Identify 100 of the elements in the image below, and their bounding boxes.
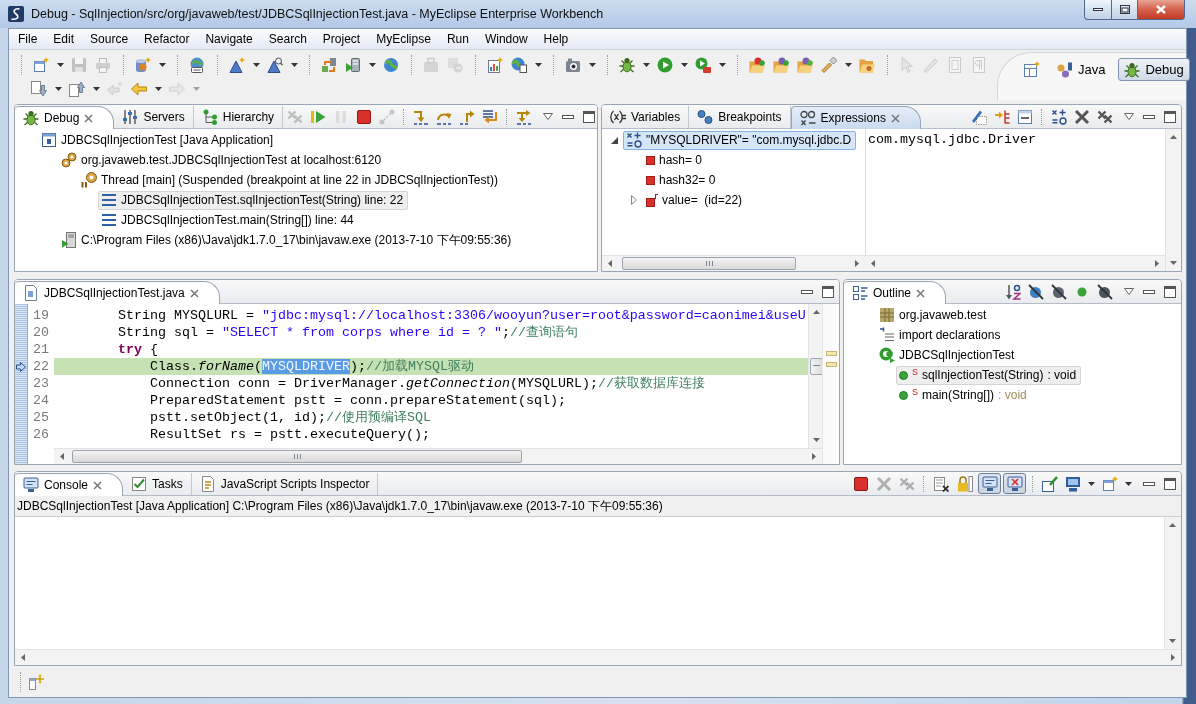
- scroll-down-icon[interactable]: [813, 438, 820, 442]
- expression-item[interactable]: "MYSQLDRIVER"= "com.mysql.jdbc.D: [623, 130, 857, 150]
- method-item[interactable]: S main(String[]) : void: [896, 385, 1032, 405]
- camera-icon[interactable]: [565, 57, 581, 73]
- view-tab[interactable]: JavaScript Scripts Inspector: [191, 473, 379, 495]
- view-tab[interactable]: Variables: [602, 106, 690, 128]
- view-menu-icon[interactable]: [543, 113, 554, 120]
- scroll-up-icon[interactable]: [1170, 135, 1177, 139]
- view-tab[interactable]: Breakpoints: [689, 106, 791, 128]
- menu-item[interactable]: Run: [438, 32, 477, 46]
- scrollbar-thumb[interactable]: [72, 450, 522, 463]
- scrollbar-thumb[interactable]: [622, 257, 796, 270]
- view-tab[interactable]: Servers: [114, 106, 194, 128]
- horizontal-scrollbar[interactable]: [602, 255, 865, 271]
- ball-slash-icon[interactable]: [1096, 283, 1113, 300]
- caret-icon[interactable]: [1087, 481, 1095, 486]
- toggle-button[interactable]: [1003, 473, 1026, 494]
- menu-item[interactable]: Help: [535, 32, 577, 46]
- folder-dot-icon[interactable]: [773, 57, 789, 73]
- package-item[interactable]: org.javaweb.test: [876, 305, 992, 325]
- caret-icon[interactable]: [1124, 481, 1132, 486]
- caret-icon[interactable]: [680, 63, 688, 67]
- view-tab[interactable]: Console: [15, 473, 124, 496]
- horizontal-scrollbar[interactable]: [865, 255, 1165, 271]
- pin-icon[interactable]: [1041, 475, 1058, 492]
- globe-icon[interactable]: [383, 57, 399, 73]
- field-item[interactable]: value= (id=22): [643, 190, 748, 210]
- window-sparkle-icon[interactable]: [1101, 475, 1118, 492]
- close-button[interactable]: [1137, 0, 1185, 20]
- triangle-magnifier-icon[interactable]: [267, 57, 283, 73]
- maximize-icon[interactable]: [583, 110, 596, 123]
- scroll-left-icon[interactable]: [608, 260, 612, 267]
- pencil-box-icon[interactable]: [970, 108, 987, 125]
- close-icon[interactable]: [916, 288, 926, 298]
- globe-page-icon[interactable]: [511, 57, 527, 73]
- maximize-button[interactable]: [1111, 0, 1138, 20]
- minimize-icon[interactable]: [562, 114, 575, 119]
- resume-icon[interactable]: [309, 108, 326, 125]
- play-toolbox-icon[interactable]: [695, 57, 711, 73]
- formula-icon[interactable]: [1050, 108, 1067, 125]
- disclosure-triangle-icon[interactable]: [610, 136, 618, 144]
- scroll-up-icon[interactable]: [813, 310, 820, 314]
- stack-frame-item[interactable]: JDBCSqlInjectionTest.sqlInjectionTest(String) line: 22: [98, 190, 409, 210]
- scroll-up-icon[interactable]: [1169, 523, 1176, 527]
- left-arrow-icon[interactable]: [131, 81, 147, 97]
- method-item[interactable]: S sqlInjectionTest(String) : void: [896, 365, 1082, 385]
- step-filter-icon[interactable]: [515, 108, 532, 125]
- toggle-button[interactable]: [978, 473, 1001, 494]
- drop-to-frame-icon[interactable]: [481, 108, 498, 125]
- view-menu-icon[interactable]: [1124, 113, 1134, 120]
- caret-icon[interactable]: [290, 63, 298, 67]
- caret-icon[interactable]: [54, 87, 62, 91]
- menu-item[interactable]: Refactor: [136, 32, 198, 46]
- close-icon[interactable]: [189, 288, 199, 298]
- sort-icon[interactable]: [1004, 283, 1021, 300]
- scroll-down-icon[interactable]: [1169, 639, 1176, 643]
- maximize-icon[interactable]: [822, 285, 834, 298]
- monitor-icon[interactable]: [1064, 475, 1081, 492]
- thread-item[interactable]: Thread [main] (Suspended (breakpoint at line 22 in JDBCSqlInjectionTest)): [78, 170, 503, 190]
- minimize-icon[interactable]: [1143, 114, 1155, 119]
- scroll-left-icon[interactable]: [21, 654, 25, 661]
- menu-item[interactable]: Navigate: [197, 32, 261, 46]
- menu-item[interactable]: MyEclipse: [368, 32, 439, 46]
- close-icon[interactable]: [93, 480, 103, 490]
- view-tab[interactable]: Tasks: [123, 473, 192, 495]
- scroll-down-icon[interactable]: [1170, 261, 1177, 265]
- folder-icon[interactable]: [859, 57, 875, 73]
- bug-icon[interactable]: [619, 57, 635, 73]
- step-into-icon[interactable]: [412, 108, 429, 125]
- menu-item[interactable]: Source: [82, 32, 137, 46]
- caret-icon[interactable]: [56, 63, 64, 67]
- menu-item[interactable]: File: [10, 32, 46, 46]
- field-item[interactable]: hash= 0: [643, 150, 708, 170]
- minimize-icon[interactable]: [1143, 481, 1155, 486]
- menu-item[interactable]: Window: [476, 32, 536, 46]
- dot-icon[interactable]: [1076, 286, 1087, 297]
- maximize-icon[interactable]: [1164, 110, 1176, 123]
- window-move-icon[interactable]: [28, 673, 44, 690]
- caret-icon[interactable]: [642, 63, 650, 67]
- chart-page-icon[interactable]: [487, 57, 503, 73]
- vertical-scrollbar[interactable]: [1165, 129, 1181, 271]
- stack-frame-item[interactable]: JDBCSqlInjectionTest.main(String[]) line: 44: [98, 210, 359, 230]
- minimize-icon[interactable]: [1143, 289, 1155, 294]
- up-arrow-page-icon[interactable]: [69, 81, 85, 97]
- caret-icon[interactable]: [92, 87, 100, 91]
- jar-sparkle-icon[interactable]: [135, 57, 151, 73]
- maximize-icon[interactable]: [1164, 477, 1176, 490]
- caret-icon[interactable]: [844, 63, 852, 67]
- triangle-sparkle-icon[interactable]: [229, 57, 245, 73]
- imports-item[interactable]: import declarations: [876, 325, 1006, 345]
- perspective-button[interactable]: Java: [1051, 58, 1112, 81]
- globe-badge-icon[interactable]: [189, 57, 205, 73]
- step-return-icon[interactable]: [458, 108, 475, 125]
- close-icon[interactable]: [84, 113, 94, 123]
- folder-dot-icon[interactable]: [749, 57, 765, 73]
- server-play-icon[interactable]: [345, 57, 361, 73]
- menu-item[interactable]: Project: [314, 32, 369, 46]
- folder-dot-icon[interactable]: [797, 57, 813, 73]
- scroll-right-icon[interactable]: [812, 453, 816, 460]
- caret-icon[interactable]: [534, 63, 542, 67]
